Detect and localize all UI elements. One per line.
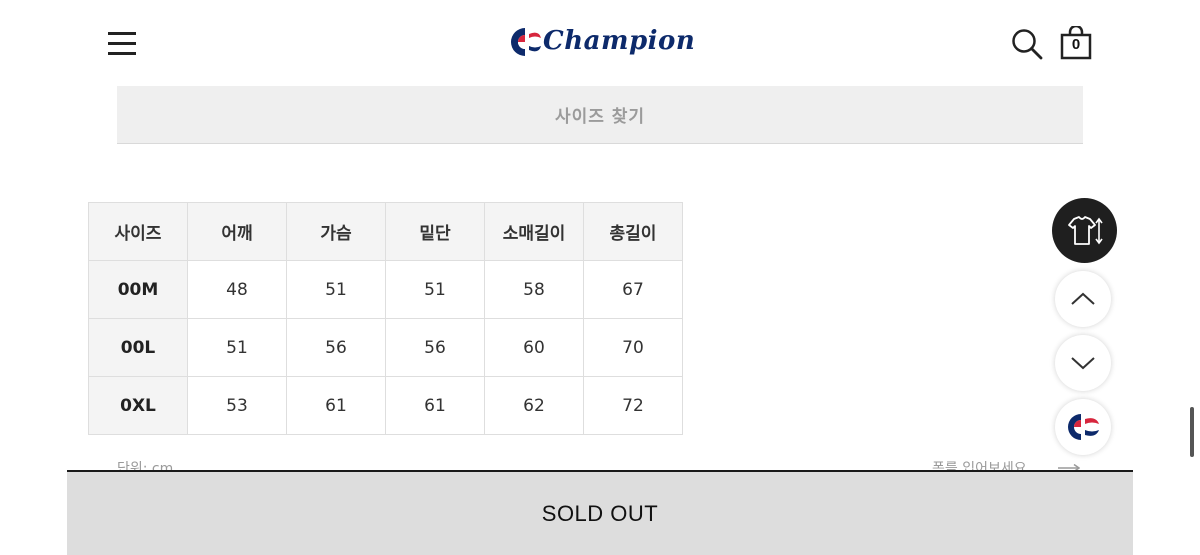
table-cell: 61	[286, 376, 386, 435]
shopping-bag-icon[interactable]: 0	[1060, 26, 1092, 60]
size-finder-button[interactable]: 사이즈 찾기	[117, 86, 1083, 144]
column-header-length: 총길이	[583, 202, 683, 261]
table-cell: 72	[583, 376, 683, 435]
row-size-label: 00M	[88, 260, 188, 319]
table-cell: 53	[187, 376, 287, 435]
chevron-up-icon	[1071, 292, 1095, 305]
logo-text: Champion	[543, 26, 696, 56]
bag-count-badge: 0	[1071, 36, 1081, 53]
sold-out-button[interactable]: SOLD OUT	[67, 470, 1133, 555]
table-cell: 48	[187, 260, 287, 319]
table-cell: 51	[187, 318, 287, 377]
champion-c-logo-icon	[1068, 414, 1099, 440]
size-chart-table: 사이즈 어깨 가슴 밑단 소매길이 총길이 00M 48 51 51 58 67…	[88, 202, 683, 435]
table-cell: 70	[583, 318, 683, 377]
champion-c-logo-icon	[511, 28, 541, 56]
table-cell: 58	[484, 260, 584, 319]
champion-logo[interactable]: Champion	[505, 20, 695, 64]
scroll-up-button[interactable]	[1055, 271, 1111, 327]
column-header-sleeve: 소매길이	[484, 202, 584, 261]
size-finder-label: 사이즈 찾기	[554, 107, 646, 127]
table-row: 00L 51 56 56 60 70	[88, 318, 683, 377]
table-cell: 61	[385, 376, 485, 435]
column-header-hem: 밑단	[385, 202, 485, 261]
table-header-row: 사이즈 어깨 가슴 밑단 소매길이 총길이	[88, 202, 683, 261]
brand-chat-button[interactable]	[1055, 399, 1111, 455]
row-size-label: 00L	[88, 318, 188, 377]
table-cell: 56	[385, 318, 485, 377]
hamburger-menu-icon[interactable]	[108, 30, 138, 56]
shirt-size-icon	[1067, 215, 1103, 245]
table-cell: 51	[385, 260, 485, 319]
table-cell: 62	[484, 376, 584, 435]
row-size-label: 0XL	[88, 376, 188, 435]
chevron-down-icon	[1071, 357, 1095, 370]
scroll-down-button[interactable]	[1055, 335, 1111, 391]
column-header-shoulder: 어깨	[187, 202, 287, 261]
column-header-size: 사이즈	[88, 202, 188, 261]
scrollbar-thumb[interactable]	[1190, 407, 1194, 457]
table-cell: 51	[286, 260, 386, 319]
table-row: 00M 48 51 51 58 67	[88, 260, 683, 319]
table-cell: 67	[583, 260, 683, 319]
size-guide-button[interactable]	[1052, 198, 1117, 263]
search-icon[interactable]	[1010, 27, 1044, 61]
table-row: 0XL 53 61 61 62 72	[88, 376, 683, 435]
sold-out-label: SOLD OUT	[541, 500, 659, 526]
table-cell: 56	[286, 318, 386, 377]
column-header-chest: 가슴	[286, 202, 386, 261]
table-cell: 60	[484, 318, 584, 377]
